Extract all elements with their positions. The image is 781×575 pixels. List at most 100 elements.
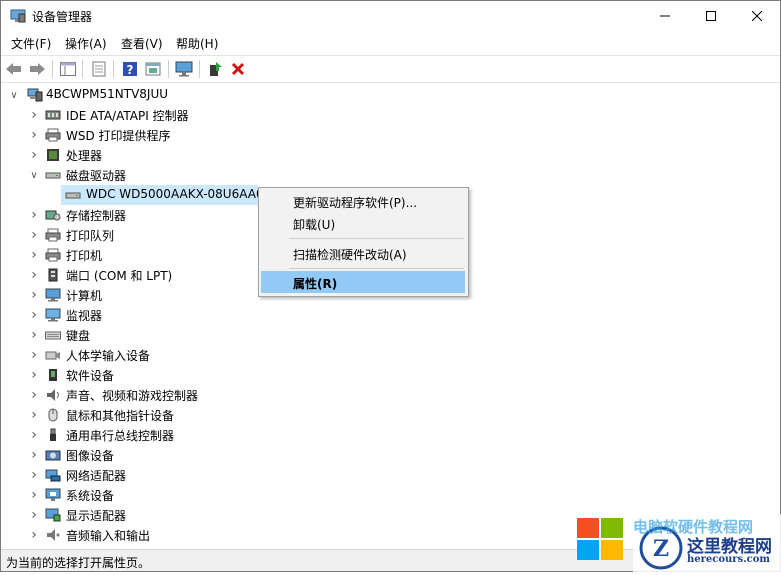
status-text: 为当前的选择打开属性页。	[6, 556, 151, 570]
tree-item-label: 通用串行总线控制器	[66, 429, 175, 443]
chevron-right-icon[interactable]: ›	[29, 345, 39, 365]
usb-icon	[50, 428, 56, 441]
tree-category-item[interactable]: › 显示适配器	[1, 505, 261, 525]
computer-root-icon	[27, 88, 43, 102]
ide-controller-icon	[45, 110, 61, 120]
chevron-down-icon[interactable]: ∨	[9, 85, 19, 105]
close-button[interactable]	[734, 1, 780, 31]
maximize-button[interactable]	[688, 1, 734, 31]
system-device-icon	[45, 488, 61, 501]
tree-item-label: 处理器	[66, 149, 103, 163]
tree-item-label: 监视器	[66, 309, 103, 323]
menu-file[interactable]: 文件(F)	[11, 35, 51, 52]
context-update-driver[interactable]: 更新驱动程序软件(P)...	[261, 190, 465, 212]
tree-category-item[interactable]: › 图像设备	[1, 445, 261, 465]
tree-category-item[interactable]: › IDE ATA/ATAPI 控制器	[1, 105, 261, 125]
chevron-right-icon[interactable]: ›	[29, 425, 39, 445]
uninstall-button[interactable]	[228, 59, 248, 79]
tree-category-item[interactable]: › 端口 (COM 和 LPT)	[1, 265, 261, 285]
disk-drive-icon	[65, 192, 81, 199]
toolbar-separator	[113, 60, 114, 78]
tree-category-item[interactable]: › 计算机	[1, 285, 261, 305]
show-hide-tree-button[interactable]	[58, 59, 78, 79]
svg-text:Z: Z	[653, 536, 669, 562]
update-driver-button[interactable]	[205, 59, 225, 79]
tree-item-label: 打印机	[66, 249, 103, 263]
tree-item-label: 端口 (COM 和 LPT)	[66, 269, 173, 283]
uninstall-x-icon	[231, 62, 245, 76]
context-uninstall[interactable]: 卸载(U)	[261, 212, 465, 234]
tree-item-label: WDC WD5000AAKX-08U6AA0	[86, 187, 264, 201]
properties-button[interactable]	[89, 59, 109, 79]
forward-button[interactable]	[27, 59, 47, 79]
tree-root-label: 4BCWPM51NTV8JUU	[46, 87, 169, 101]
menu-help[interactable]: 帮助(H)	[176, 35, 218, 52]
maximize-icon	[706, 11, 716, 21]
menu-view[interactable]: 查看(V)	[121, 35, 163, 52]
tree-category-item[interactable]: › 键盘	[1, 325, 261, 345]
chevron-right-icon[interactable]: ›	[29, 245, 39, 265]
hid-icon	[45, 351, 60, 360]
tree-category-item[interactable]: › 打印队列	[1, 225, 261, 245]
help-icon: ?	[123, 62, 137, 77]
view-toggle-button[interactable]	[143, 59, 163, 79]
tree-category-item[interactable]: › 处理器	[1, 145, 261, 165]
tree-category-item[interactable]: › 存储控制器	[1, 205, 261, 225]
tree-root[interactable]: ∨ 4BCWPM51NTV8JUU	[1, 85, 201, 105]
tree-device-item[interactable]: WDC WD5000AAKX-08U6AA0	[1, 185, 264, 205]
menu-bar: 文件(F) 操作(A) 查看(V) 帮助(H)	[1, 33, 780, 53]
chevron-right-icon[interactable]: ›	[29, 265, 39, 285]
tree-item-label: 磁盘驱动器	[66, 169, 127, 183]
tree-category-item[interactable]: › 音频输入和输出	[1, 525, 261, 545]
chevron-right-icon[interactable]: ›	[29, 105, 39, 125]
chevron-right-icon[interactable]: ›	[29, 485, 39, 505]
chevron-right-icon[interactable]: ›	[29, 445, 39, 465]
chevron-right-icon[interactable]: ›	[29, 465, 39, 485]
forward-arrow-icon	[30, 63, 45, 75]
tree-category-item[interactable]: › 软件设备	[1, 365, 261, 385]
tree-item-label: 显示适配器	[66, 509, 127, 523]
chevron-right-icon[interactable]: ›	[29, 305, 39, 325]
scan-hardware-button[interactable]	[174, 59, 194, 79]
tree-category-item[interactable]: › 打印机	[1, 245, 261, 265]
context-properties[interactable]: 属性(R)	[261, 271, 465, 293]
chevron-right-icon[interactable]: ›	[29, 405, 39, 425]
menu-action[interactable]: 操作(A)	[65, 35, 107, 52]
device-tree: ∨ 4BCWPM51NTV8JUU › IDE ATA/ATAPI 控制器 › WSD…	[1, 85, 780, 547]
tree-category-item[interactable]: › 通用串行总线控制器	[1, 425, 261, 445]
back-button[interactable]	[4, 59, 24, 79]
chevron-right-icon[interactable]: ›	[29, 525, 39, 545]
tree-category-item[interactable]: › 人体学输入设备	[1, 345, 261, 365]
tree-item-label: 人体学输入设备	[66, 349, 151, 363]
context-update-driver-label: 更新驱动程序软件(P)...	[293, 196, 418, 210]
help-button[interactable]: ?	[120, 59, 140, 79]
chevron-right-icon[interactable]: ›	[29, 505, 39, 525]
tree-item-label: 键盘	[66, 329, 91, 343]
tree-category-item[interactable]: › 声音、视频和游戏控制器	[1, 385, 261, 405]
printer-icon	[45, 128, 61, 142]
toolbar-separator	[52, 60, 53, 78]
context-scan-hardware[interactable]: 扫描检测硬件改动(A)	[261, 242, 465, 264]
chevron-right-icon[interactable]: ›	[29, 225, 39, 245]
chevron-down-icon[interactable]: ∨	[29, 165, 39, 185]
mouse-icon	[48, 408, 58, 422]
tree-item-label: 声音、视频和游戏控制器	[66, 389, 199, 403]
chevron-right-icon[interactable]: ›	[29, 365, 39, 385]
chevron-right-icon[interactable]: ›	[29, 205, 39, 225]
toolbar-separator	[168, 60, 169, 78]
context-properties-label: 属性(R)	[293, 277, 338, 291]
minimize-button[interactable]	[642, 1, 688, 31]
chevron-right-icon[interactable]: ›	[29, 145, 39, 165]
tree-item-label: 鼠标和其他指针设备	[66, 409, 175, 423]
tree-category-item[interactable]: › WSD 打印提供程序	[1, 125, 261, 145]
chevron-right-icon[interactable]: ›	[29, 285, 39, 305]
chevron-right-icon[interactable]: ›	[29, 125, 39, 145]
chevron-right-icon[interactable]: ›	[29, 385, 39, 405]
tree-category-item[interactable]: › 监视器	[1, 305, 261, 325]
tree-category-item[interactable]: › 网络适配器	[1, 465, 261, 485]
tree-category-item[interactable]: › 系统设备	[1, 485, 261, 505]
tree-category-item[interactable]: › 鼠标和其他指针设备	[1, 405, 261, 425]
chevron-right-icon[interactable]: ›	[29, 325, 39, 345]
tree-item-label: WSD 打印提供程序	[66, 129, 171, 143]
tree-category-item[interactable]: ∨ 磁盘驱动器	[1, 165, 261, 185]
